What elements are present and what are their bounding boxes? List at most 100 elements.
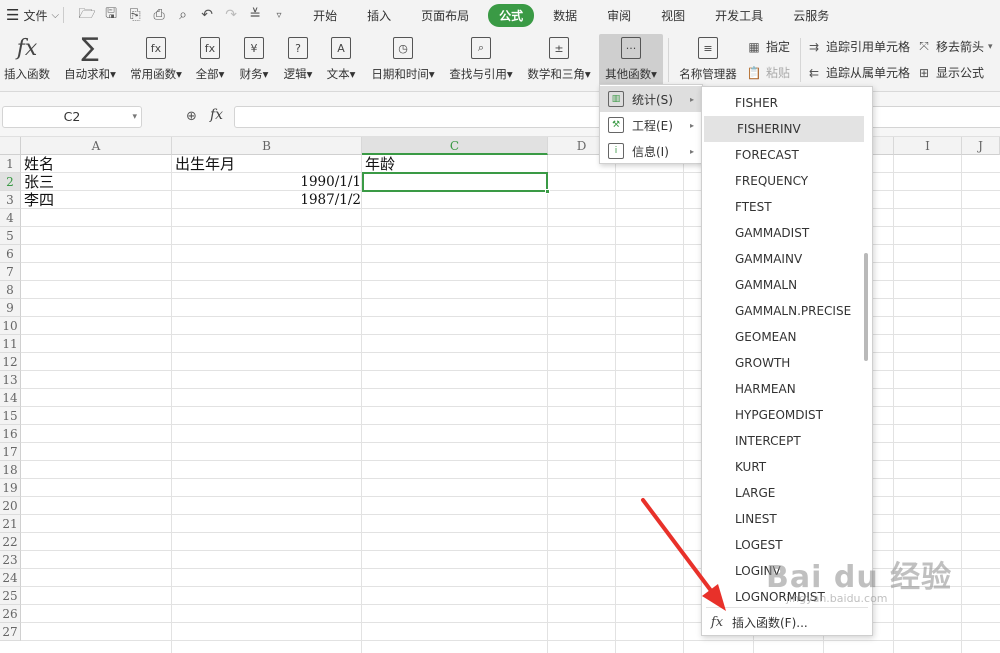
row-header-18[interactable]: 18 <box>0 461 21 479</box>
function-item-gammainv[interactable]: GAMMAINV <box>702 246 872 272</box>
name-box[interactable]: C2 ▾ <box>2 106 142 128</box>
function-item-gammaln-precise[interactable]: GAMMALN.PRECISE <box>702 298 872 324</box>
save-icon[interactable]: 🖫 <box>102 6 120 24</box>
customize-icon[interactable]: ≚ <box>246 6 264 24</box>
row-header-4[interactable]: 4 <box>0 209 21 227</box>
row-header-24[interactable]: 24 <box>0 569 21 587</box>
math-trig-button[interactable]: ± 数学和三角▾ <box>524 34 594 86</box>
remove-arrows-button[interactable]: ⤧ 移去箭头 ▾ <box>916 38 992 55</box>
specify-button[interactable]: ▦ 指定 <box>746 38 790 55</box>
all-functions-button[interactable]: fx 全部▾ <box>193 34 227 86</box>
trace-precedents-button[interactable]: ⇉ 追踪引用单元格 <box>806 38 910 55</box>
function-item-fisher[interactable]: FISHER <box>702 90 872 116</box>
row-header-11[interactable]: 11 <box>0 335 21 353</box>
column-header-b[interactable]: B <box>172 137 362 155</box>
row-header-20[interactable]: 20 <box>0 497 21 515</box>
row-header-8[interactable]: 8 <box>0 281 21 299</box>
row-header-10[interactable]: 10 <box>0 317 21 335</box>
column-header-i[interactable]: I <box>894 137 962 155</box>
finance-button[interactable]: ¥ 财务▾ <box>237 34 271 86</box>
function-item-linest[interactable]: LINEST <box>702 506 872 532</box>
row-header-23[interactable]: 23 <box>0 551 21 569</box>
cell-a2[interactable]: 张三 <box>24 173 54 191</box>
lookup-reference-button[interactable]: ⌕ 查找与引用▾ <box>446 34 516 86</box>
function-item-ftest[interactable]: FTEST <box>702 194 872 220</box>
undo-icon[interactable]: ↶ <box>198 6 216 24</box>
tab-developer[interactable]: 开发工具 <box>704 4 774 27</box>
select-all-corner[interactable] <box>0 137 21 155</box>
tab-formulas[interactable]: 公式 <box>488 3 535 27</box>
common-functions-button[interactable]: fx 常用函数▾ <box>128 34 184 86</box>
function-item-large[interactable]: LARGE <box>702 480 872 506</box>
datetime-button[interactable]: ◷ 日期和时间▾ <box>368 34 438 86</box>
function-item-harmean[interactable]: HARMEAN <box>702 376 872 402</box>
row-header-15[interactable]: 15 <box>0 407 21 425</box>
row-header-19[interactable]: 19 <box>0 479 21 497</box>
row-header-6[interactable]: 6 <box>0 245 21 263</box>
column-header-a[interactable]: A <box>21 137 172 155</box>
function-item-growth[interactable]: GROWTH <box>702 350 872 376</box>
fill-handle[interactable] <box>545 189 550 194</box>
tab-view[interactable]: 视图 <box>650 4 696 27</box>
row-header-27[interactable]: 27 <box>0 623 21 641</box>
function-item-kurt[interactable]: KURT <box>702 454 872 480</box>
row-header-21[interactable]: 21 <box>0 515 21 533</box>
function-item-fisherinv[interactable]: FISHERINV <box>704 116 864 142</box>
format-painter-icon[interactable]: ⎘ <box>126 6 144 24</box>
row-header-22[interactable]: 22 <box>0 533 21 551</box>
more-functions-button[interactable]: ··· 其他函数▾ <box>599 34 663 86</box>
function-item-intercept[interactable]: INTERCEPT <box>702 428 872 454</box>
cell-b1[interactable]: 出生年月 <box>175 155 235 173</box>
tab-cloud-services[interactable]: 云服务 <box>782 4 840 27</box>
cell-c1[interactable]: 年龄 <box>365 155 395 173</box>
row-header-16[interactable]: 16 <box>0 425 21 443</box>
row-header-26[interactable]: 26 <box>0 605 21 623</box>
selected-cell-c2[interactable] <box>362 172 550 194</box>
paste-button[interactable]: 📋 粘贴 <box>746 64 791 81</box>
row-header-1[interactable]: 1 <box>0 155 21 173</box>
column-header-j[interactable]: J <box>962 137 1000 155</box>
row-header-13[interactable]: 13 <box>0 371 21 389</box>
file-menu[interactable]: ☰ 文件 ⌵ <box>6 6 59 24</box>
row-header-14[interactable]: 14 <box>0 389 21 407</box>
insert-function-button[interactable]: fx 插入函数 <box>2 34 52 86</box>
row-header-12[interactable]: 12 <box>0 353 21 371</box>
tab-insert[interactable]: 插入 <box>356 4 402 27</box>
row-header-3[interactable]: 3 <box>0 191 21 209</box>
open-folder-icon[interactable]: 🗁 <box>78 6 96 24</box>
chevron-down-icon[interactable]: ▾ <box>132 107 137 127</box>
zoom-search-icon[interactable]: ⊕ <box>186 109 197 124</box>
fx-icon[interactable]: fx <box>210 107 223 123</box>
trace-dependents-button[interactable]: ⇇ 追踪从属单元格 <box>806 64 910 81</box>
more-icon[interactable]: ▿ <box>270 6 288 24</box>
cell-b2[interactable]: 1990/1/1 <box>172 173 361 191</box>
cell-a1[interactable]: 姓名 <box>24 155 54 173</box>
text-functions-button[interactable]: A 文本▾ <box>324 34 358 86</box>
tab-data[interactable]: 数据 <box>542 4 588 27</box>
cell-b3[interactable]: 1987/1/2 <box>172 191 361 209</box>
redo-icon[interactable]: ↷ <box>222 6 240 24</box>
show-formulas-button[interactable]: ⊞ 显示公式 <box>916 64 984 81</box>
tab-review[interactable]: 审阅 <box>596 4 642 27</box>
tab-home[interactable]: 开始 <box>302 4 348 27</box>
function-item-gammadist[interactable]: GAMMADIST <box>702 220 872 246</box>
row-header-7[interactable]: 7 <box>0 263 21 281</box>
function-item-frequency[interactable]: FREQUENCY <box>702 168 872 194</box>
menu-item-statistics[interactable]: ▥ 统计(S) ▸ <box>600 86 702 112</box>
submenu-scrollbar-thumb[interactable] <box>864 253 868 361</box>
row-header-17[interactable]: 17 <box>0 443 21 461</box>
function-item-hypgeomdist[interactable]: HYPGEOMDIST <box>702 402 872 428</box>
autosum-button[interactable]: ∑ 自动求和▾ <box>61 33 119 86</box>
function-item-gammaln[interactable]: GAMMALN <box>702 272 872 298</box>
column-header-c[interactable]: C <box>362 137 548 155</box>
function-item-forecast[interactable]: FORECAST <box>702 142 872 168</box>
menu-item-info[interactable]: i 信息(I) ▸ <box>600 138 702 164</box>
row-header-2[interactable]: 2 <box>0 173 21 191</box>
print-preview-icon[interactable]: ⌕ <box>174 6 192 24</box>
insert-function-menu-item[interactable]: fx 插入函数(F)... <box>702 609 872 635</box>
name-manager-button[interactable]: ≡ 名称管理器 <box>676 34 740 86</box>
row-header-9[interactable]: 9 <box>0 299 21 317</box>
print-icon[interactable]: ⎙ <box>150 6 168 24</box>
tab-page-layout[interactable]: 页面布局 <box>410 4 480 27</box>
row-header-5[interactable]: 5 <box>0 227 21 245</box>
